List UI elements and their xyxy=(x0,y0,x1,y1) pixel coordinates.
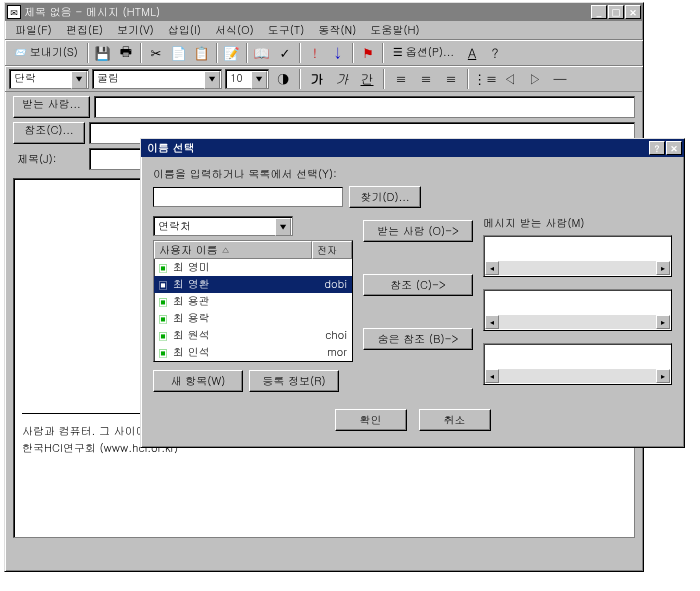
contact-icon: ▣ xyxy=(156,313,170,325)
compose-title: 제목 없음 - 메시지 (HTML) xyxy=(24,5,591,20)
outdent-button[interactable]: ◁ xyxy=(499,68,521,90)
compose-titlebar: ✉ 제목 없음 - 메시지 (HTML) _ □ ✕ xyxy=(5,3,643,21)
menu-file[interactable]: 파일(F) xyxy=(9,22,58,39)
cancel-button[interactable]: 취소 xyxy=(419,409,491,431)
close-button[interactable]: ✕ xyxy=(625,5,641,19)
signature-button[interactable]: 📝 xyxy=(221,42,243,64)
new-entry-button[interactable]: 새 항목(W) xyxy=(153,370,243,392)
format-toolbar: 단락 굴림 10 ◑ 가 가 간 ≡ ≡ ≡ ⋮≡ ◁ ▷ — xyxy=(5,66,643,92)
to-field[interactable] xyxy=(94,96,635,118)
main-toolbar: 📨보내기(S) 💾 🖶 ✂ 📄 📋 📝 📖 ✓ ! ↓ ⚑ ☰옵션(P)... … xyxy=(5,40,643,66)
subject-label: 제목(J): xyxy=(13,152,85,167)
cut-button[interactable]: ✂ xyxy=(145,42,167,64)
dialog-prompt: 이름을 입력하거나 목록에서 선택(Y): xyxy=(153,167,672,182)
menubar: 파일(F) 편집(E) 보기(V) 삽입(I) 서식(O) 도구(T) 동작(N… xyxy=(5,21,643,40)
align-right-button[interactable]: ≡ xyxy=(440,68,462,90)
find-button[interactable]: 찾기(D)... xyxy=(349,186,421,208)
list-item[interactable]: ▣최 원석choi xyxy=(154,327,352,344)
bold-button[interactable]: 가 xyxy=(306,68,328,90)
scroll-left-icon[interactable]: ◂ xyxy=(485,369,499,383)
scroll-right-icon[interactable]: ▸ xyxy=(656,261,670,275)
addressbook-button[interactable]: 📖 xyxy=(251,42,273,64)
col-name[interactable]: 사용자 이름△ xyxy=(154,241,312,259)
bcc-list[interactable]: ◂▸ xyxy=(483,343,672,385)
add-cc-button[interactable]: 참조 (C)-> xyxy=(363,274,473,296)
size-combo[interactable]: 10 xyxy=(225,69,269,89)
color-button[interactable]: ◑ xyxy=(272,68,294,90)
list-item[interactable]: ▣최 영환dobi xyxy=(154,276,352,293)
font-combo[interactable]: 굴림 xyxy=(92,69,222,89)
align-center-button[interactable]: ≡ xyxy=(415,68,437,90)
menu-actions[interactable]: 동작(N) xyxy=(312,22,362,39)
properties-button[interactable]: 등록 정보(R) xyxy=(249,370,339,392)
print-button[interactable]: 🖶 xyxy=(115,42,137,64)
mail-icon: ✉ xyxy=(7,5,21,19)
contact-icon: ▣ xyxy=(156,347,170,359)
menu-edit[interactable]: 편집(E) xyxy=(60,22,109,39)
scroll-right-icon[interactable]: ▸ xyxy=(656,315,670,329)
options-icon: ☰ xyxy=(393,45,403,60)
contact-icon: ▣ xyxy=(156,279,170,291)
ok-button[interactable]: 확인 xyxy=(335,409,407,431)
list-item[interactable]: ▣최 용락 xyxy=(154,310,352,327)
importance-high-button[interactable]: ! xyxy=(304,42,326,64)
contact-icon: ▣ xyxy=(156,330,170,342)
contact-icon: ▣ xyxy=(156,262,170,274)
dialog-title: 이름 선택 xyxy=(143,141,649,156)
indent-button[interactable]: ▷ xyxy=(524,68,546,90)
help-button[interactable]: ? xyxy=(484,42,506,64)
list-item[interactable]: ▣최 용관 xyxy=(154,293,352,310)
contact-icon: ▣ xyxy=(156,296,170,308)
list-item[interactable]: ▣최 영미 xyxy=(154,259,352,276)
copy-button[interactable]: 📄 xyxy=(168,42,190,64)
select-names-dialog: 이름 선택 ? ✕ 이름을 입력하거나 목록에서 선택(Y): 찾기(D)...… xyxy=(140,138,685,448)
name-search-input[interactable] xyxy=(153,187,343,207)
dialog-help-button[interactable]: ? xyxy=(649,141,665,155)
sort-asc-icon: △ xyxy=(222,245,230,256)
list-item[interactable]: ▣최 인석mor xyxy=(154,344,352,361)
hr-button[interactable]: — xyxy=(549,68,571,90)
col-email[interactable]: 전자 xyxy=(312,241,352,259)
flag-button[interactable]: ⚑ xyxy=(357,42,379,64)
to-list[interactable]: ◂▸ xyxy=(483,235,672,277)
menu-view[interactable]: 보기(V) xyxy=(111,22,160,39)
scroll-right-icon[interactable]: ▸ xyxy=(656,369,670,383)
send-button[interactable]: 📨보내기(S) xyxy=(7,42,84,64)
bullets-button[interactable]: ⋮≡ xyxy=(474,68,496,90)
font-color-button[interactable]: A xyxy=(461,42,483,64)
checknames-button[interactable]: ✓ xyxy=(274,42,296,64)
align-left-button[interactable]: ≡ xyxy=(390,68,412,90)
add-bcc-button[interactable]: 숨은 참조 (B)-> xyxy=(363,328,473,350)
minimize-button[interactable]: _ xyxy=(591,5,607,19)
dialog-titlebar: 이름 선택 ? ✕ xyxy=(141,139,684,157)
maximize-button[interactable]: □ xyxy=(608,5,624,19)
add-to-button[interactable]: 받는 사람 (O)-> xyxy=(363,220,473,242)
to-button[interactable]: 받는 사람... xyxy=(13,96,90,118)
menu-help[interactable]: 도움말(H) xyxy=(364,22,425,39)
importance-low-button[interactable]: ↓ xyxy=(327,42,349,64)
underline-button[interactable]: 간 xyxy=(356,68,378,90)
save-button[interactable]: 💾 xyxy=(92,42,114,64)
send-icon: 📨 xyxy=(13,45,27,60)
names-listbox[interactable]: 사용자 이름△ 전자 ▣최 영미 ▣최 영환dobi ▣최 용관 ▣최 용락 ▣… xyxy=(153,240,353,362)
dialog-body: 이름을 입력하거나 목록에서 선택(Y): 찾기(D)... 연락처 사용자 이… xyxy=(141,157,684,441)
paste-button[interactable]: 📋 xyxy=(191,42,213,64)
italic-button[interactable]: 가 xyxy=(331,68,353,90)
scroll-left-icon[interactable]: ◂ xyxy=(485,315,499,329)
cc-button[interactable]: 참조(C)... xyxy=(13,122,85,144)
style-combo[interactable]: 단락 xyxy=(9,69,89,89)
menu-tools[interactable]: 도구(T) xyxy=(262,22,311,39)
cc-list[interactable]: ◂▸ xyxy=(483,289,672,331)
scroll-left-icon[interactable]: ◂ xyxy=(485,261,499,275)
menu-insert[interactable]: 삽입(I) xyxy=(162,22,207,39)
dialog-close-button[interactable]: ✕ xyxy=(666,141,682,155)
options-button[interactable]: ☰옵션(P)... xyxy=(387,42,460,64)
menu-format[interactable]: 서식(O) xyxy=(209,22,260,39)
recipients-label: 메시지 받는 사람(M) xyxy=(483,216,672,231)
list-header: 사용자 이름△ 전자 xyxy=(154,241,352,259)
address-source-combo[interactable]: 연락처 xyxy=(153,216,293,236)
